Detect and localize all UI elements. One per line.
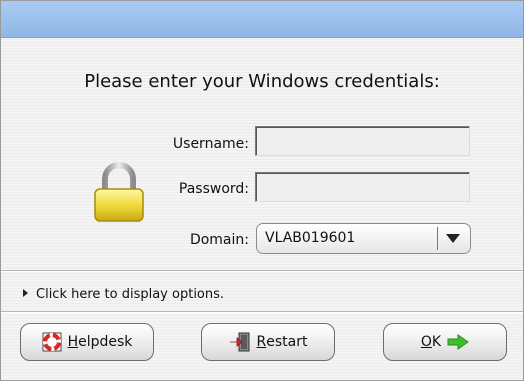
options-label: Click here to display options. xyxy=(36,287,225,302)
helpdesk-label: elpdesk xyxy=(78,334,133,350)
options-toggle[interactable]: Click here to display options. xyxy=(23,287,224,302)
ok-mnemonic: O xyxy=(420,334,432,350)
domain-label: Domain: xyxy=(189,232,249,248)
restart-label: estart xyxy=(266,334,308,350)
password-label: Password: xyxy=(178,181,249,197)
username-label: Username: xyxy=(172,136,249,152)
helpdesk-button[interactable]: Helpdesk xyxy=(20,323,154,361)
helpdesk-mnemonic: H xyxy=(67,334,79,350)
domain-value: VLAB019601 xyxy=(265,230,356,246)
lifebuoy-icon xyxy=(42,332,62,352)
select-separator xyxy=(437,227,438,250)
credentials-prompt: Please enter your Windows credentials: xyxy=(84,71,440,92)
ok-button[interactable]: OK xyxy=(383,323,507,361)
arrow-right-icon xyxy=(447,334,469,350)
restart-mnemonic: R xyxy=(256,334,267,350)
login-dialog: Please enter your Windows credentials: U… xyxy=(0,0,524,381)
padlock-icon xyxy=(94,162,144,222)
divider-bottom xyxy=(1,311,523,313)
divider-top xyxy=(1,270,523,272)
exit-door-icon xyxy=(229,332,250,352)
restart-button[interactable]: Restart xyxy=(201,323,335,361)
expand-triangle-icon xyxy=(23,289,28,297)
ok-label: K xyxy=(431,334,442,350)
username-field[interactable] xyxy=(255,126,470,156)
chevron-down-icon[interactable] xyxy=(446,234,460,243)
password-field[interactable] xyxy=(255,172,470,202)
domain-select[interactable]: VLAB019601 xyxy=(256,223,471,254)
title-bar xyxy=(1,1,523,38)
